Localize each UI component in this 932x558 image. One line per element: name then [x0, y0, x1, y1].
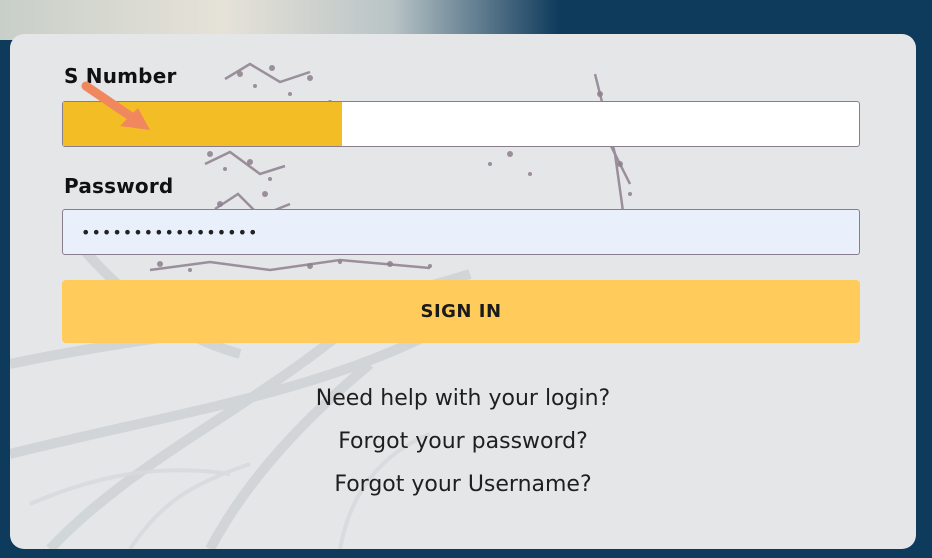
password-label: Password — [64, 174, 174, 198]
need-help-link[interactable]: Need help with your login? — [10, 386, 916, 411]
forgot-username-link[interactable]: Forgot your Username? — [10, 472, 916, 497]
login-card: S Number Password SIGN IN Need help with… — [10, 34, 916, 549]
forgot-password-link[interactable]: Forgot your password? — [10, 429, 916, 454]
sign-in-button[interactable]: SIGN IN — [62, 280, 860, 343]
password-input[interactable] — [62, 209, 860, 255]
arrow-pointer-icon — [81, 81, 150, 130]
